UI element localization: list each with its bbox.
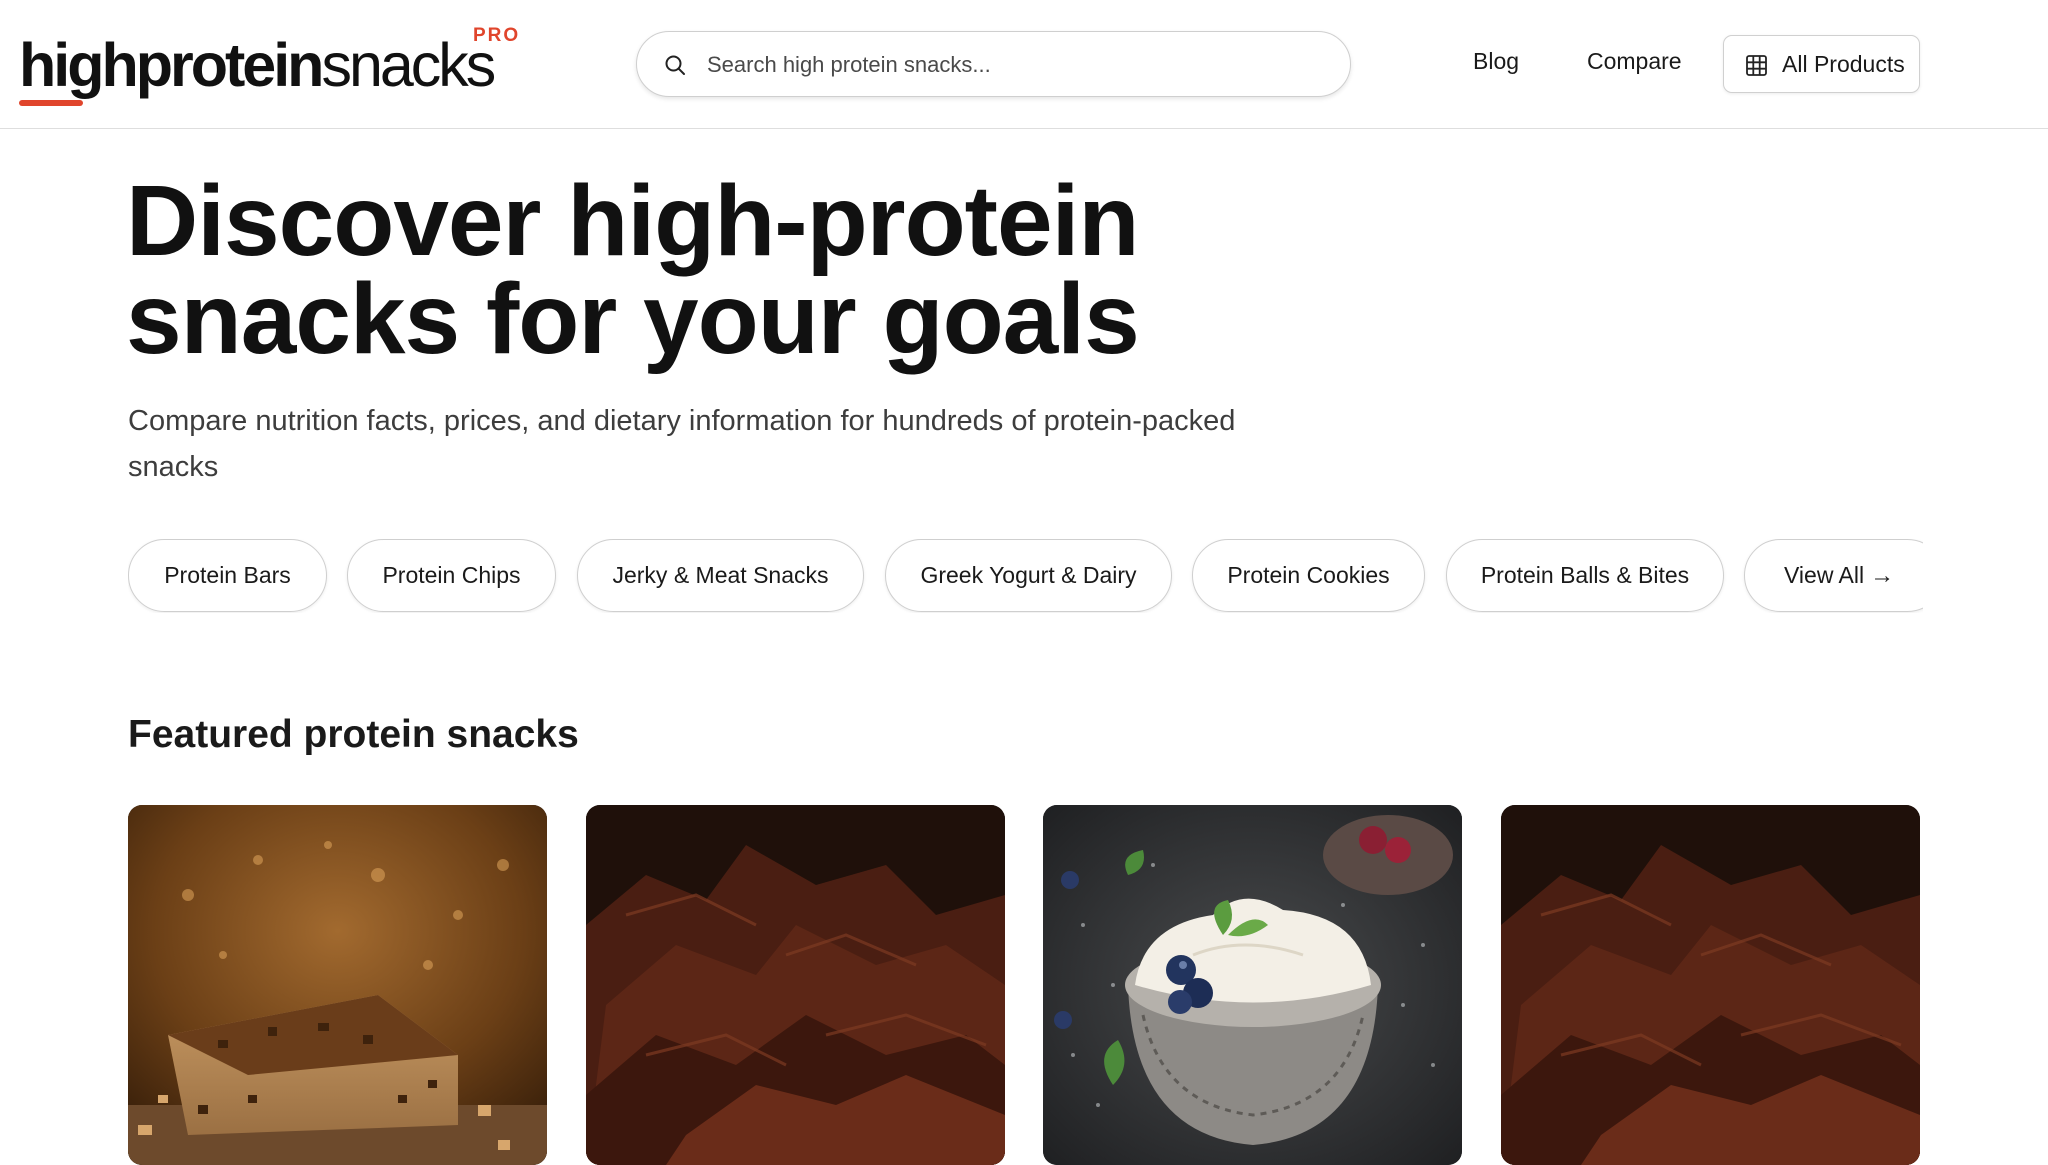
view-all-chip[interactable]: View All → (1744, 539, 1923, 612)
featured-card-4[interactable] (1501, 805, 1920, 1165)
featured-card-2[interactable] (586, 805, 1005, 1165)
site-header: highproteinsnacks PRO Blog Compare All P… (0, 0, 2048, 129)
site-logo[interactable]: highproteinsnacks PRO (19, 22, 539, 112)
category-chip-protein-chips[interactable]: Protein Chips (347, 539, 556, 612)
featured-card-1[interactable] (128, 805, 547, 1165)
nav-blog-link[interactable]: Blog (1473, 48, 1519, 75)
grid-icon (1746, 55, 1767, 76)
beef-jerky-image (586, 805, 1005, 1165)
hero-title-line-2: snacks for your goals (126, 263, 1140, 375)
all-products-button[interactable]: All Products (1723, 35, 1920, 93)
hero-title: Discover high-protein snacks for your go… (126, 171, 1226, 369)
all-products-label: All Products (1782, 51, 1905, 77)
category-chip-protein-balls-bites[interactable]: Protein Balls & Bites (1446, 539, 1724, 612)
hero-subtitle: Compare nutrition facts, prices, and die… (128, 405, 1236, 483)
view-all-label: View All (1784, 562, 1865, 588)
search-bar[interactable] (636, 31, 1351, 97)
logo-wordmark: highproteinsnacks (19, 31, 496, 99)
category-chip-greek-yogurt-dairy[interactable]: Greek Yogurt & Dairy (885, 539, 1172, 612)
nav-compare-link[interactable]: Compare (1587, 48, 1682, 75)
category-chip-jerky-meat-snacks[interactable]: Jerky & Meat Snacks (577, 539, 864, 612)
logo-underline (19, 100, 83, 106)
beef-jerky-image (1501, 805, 1920, 1165)
logo-pro-badge: PRO (473, 25, 521, 46)
category-chip-protein-cookies[interactable]: Protein Cookies (1192, 539, 1425, 612)
search-icon (665, 55, 685, 75)
greek-yogurt-bowl-image (1043, 805, 1462, 1165)
protein-bar-image (128, 805, 547, 1165)
arrow-right-icon: → (1870, 561, 1895, 589)
hero-title-line-1: Discover high-protein (126, 165, 1139, 277)
featured-section-title: Featured protein snacks (128, 713, 579, 756)
category-chip-protein-bars[interactable]: Protein Bars (128, 539, 327, 612)
category-chip-row: Protein Bars Protein Chips Jerky & Meat … (128, 539, 1923, 613)
featured-card-3[interactable] (1043, 805, 1462, 1165)
search-input[interactable] (707, 46, 1307, 84)
